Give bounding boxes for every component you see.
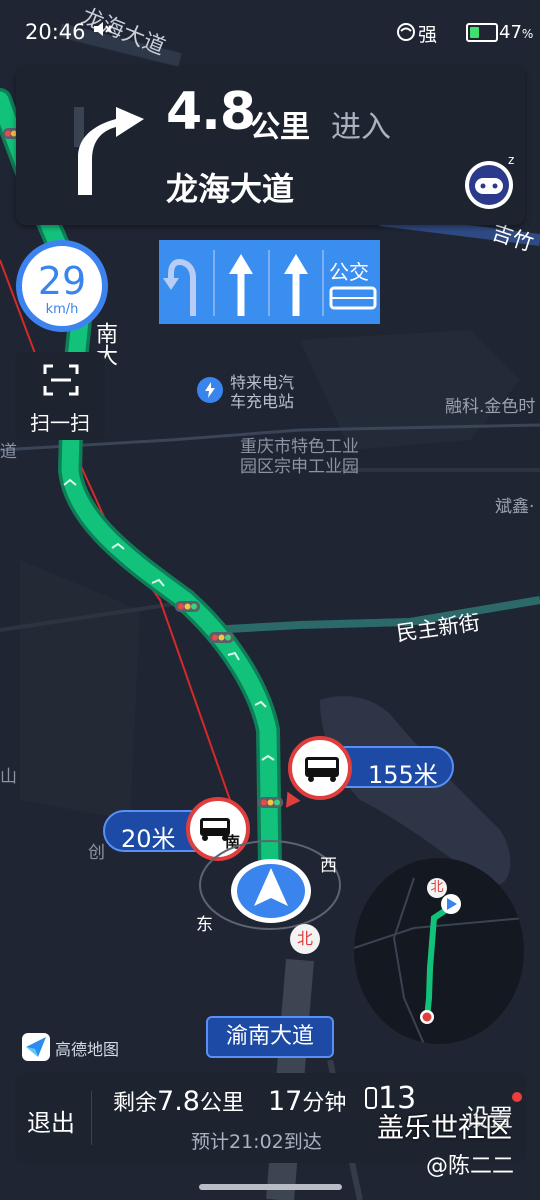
wifi-icon [396,22,416,47]
area-label-right-1: 融科.金色时 [445,397,536,417]
speed-indicator: 29 km/h [16,240,108,332]
remaining-distance: 剩余7.8公里 [113,1086,244,1117]
bus-icon [305,757,339,782]
area-label-left-edge-2: 山 [0,767,17,787]
north-indicator: 北 [290,924,320,954]
notification-dot [512,1092,522,1102]
bus-stop-badge-155[interactable] [288,736,352,800]
minimap-north-indicator: 北 [427,878,447,898]
scan-button[interactable]: 扫一扫 [15,352,105,440]
amap-logo-text: 高德地图 [55,1040,120,1059]
industrial-park-label: 重庆市特色工业 园区宗申工业园 [240,437,359,477]
current-road-badge: 渝南大道 [206,1016,334,1058]
mute-icon [92,20,112,43]
area-label-right-2: 斌鑫· [495,497,535,517]
clock-time: 20:46 [25,20,86,44]
charging-station-icon[interactable] [197,377,223,403]
lane-guidance: 公交 [159,240,380,324]
bus-lane-label: 公交 [329,260,369,284]
home-indicator[interactable] [199,1184,342,1190]
bus-stop-distance: 20米 [121,825,176,853]
speed-value: 29 [37,259,87,303]
scan-icon [43,364,79,396]
area-label-left-edge-3: 创 [88,843,105,863]
maneuver-action: 进入 [331,110,391,145]
maneuver-distance: 4.8 [166,82,256,142]
bus-stop-distance: 155米 [368,761,438,789]
battery-level-fill [470,27,479,38]
maneuver-panel[interactable]: 4.8 公里 进入 龙海大道 z [16,67,525,225]
poi-charging-station[interactable]: 特来电汽 车充电站 [230,373,294,411]
amap-logo-icon [22,1033,50,1061]
compass-west: 西 [320,856,337,876]
maneuver-road-name: 龙海大道 [166,170,295,208]
svg-text:z: z [508,153,514,167]
remaining-time: 17分钟 [268,1086,347,1117]
maneuver-distance-unit: 公里 [250,110,310,145]
road-label-left-edge: 道 [0,442,17,462]
compass-east: 东 [196,915,213,935]
watermark: 盖乐世社区 [377,1113,512,1144]
status-bar: 20:46 强 47% [0,0,540,66]
exit-button[interactable]: 退出 [27,1103,75,1138]
scan-label: 扫一扫 [30,411,90,435]
credit-text: @陈二二 [426,1154,515,1179]
signal-strength: 强 [418,24,438,46]
route-overview-minimap[interactable]: 北 [354,858,524,1044]
battery-icon [466,23,498,42]
divider [91,1091,92,1145]
eta-text: 预计21:02到达 [191,1131,322,1153]
current-location-arrow-icon [231,859,311,923]
voice-assistant-icon[interactable]: z [461,152,521,212]
turn-right-arrow-icon [78,107,144,195]
battery-percent: 47% [499,22,534,43]
clock-icon [365,1087,377,1109]
speed-unit: km/h [45,302,79,317]
